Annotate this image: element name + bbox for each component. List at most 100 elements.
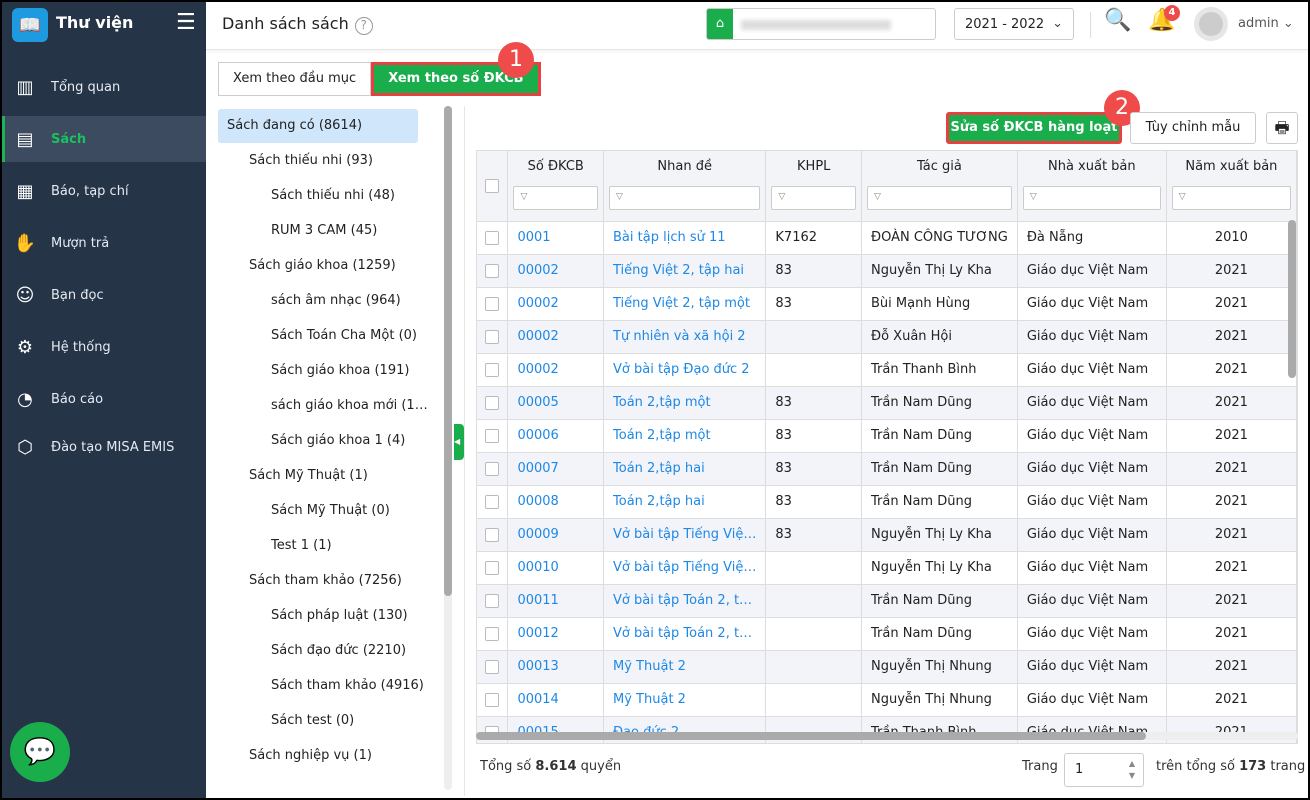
column-filter-input[interactable]: ▽ <box>771 186 857 210</box>
sidebar-item-1[interactable]: ▤ Sách <box>2 116 206 162</box>
row-checkbox[interactable] <box>485 626 500 641</box>
row-checkbox[interactable] <box>485 230 500 245</box>
row-checkbox[interactable] <box>485 395 500 410</box>
tree-item[interactable]: Sách tham khảo (7256) <box>249 564 444 598</box>
page-number-input[interactable]: 1 ▲ ▼ <box>1064 753 1144 787</box>
table-row[interactable]: 0001 Bài tập lịch sử 11 K7162 ĐOÀN CÔNG TƯƠ… <box>477 221 1297 255</box>
user-menu[interactable]: admin ⌄ <box>1238 16 1294 31</box>
row-checkbox[interactable] <box>485 461 500 476</box>
table-link[interactable]: Toán 2,tập hai <box>603 452 767 486</box>
column-filter-input[interactable]: ▽ <box>1022 186 1161 210</box>
row-checkbox[interactable] <box>485 593 500 608</box>
row-checkbox[interactable] <box>485 560 500 575</box>
collapse-panel-button[interactable]: ◀ <box>454 424 464 460</box>
table-link[interactable]: Bài tập lịch sử 11 <box>603 221 767 255</box>
table-link[interactable]: 00011 <box>507 584 605 618</box>
menu-icon[interactable]: ☰ <box>176 10 196 35</box>
tab-by-category[interactable]: Xem theo đầu mục <box>218 62 372 96</box>
table-link[interactable]: 00008 <box>507 485 605 519</box>
table-row[interactable]: 00010 Vở bài tập Tiếng Việ… Nguyễn Thị Ly … <box>477 551 1297 585</box>
column-header[interactable]: Tác giả ▽ <box>861 151 1018 222</box>
table-row[interactable]: 00012 Vở bài tập Toán 2, t… Trần Nam Dũng G… <box>477 617 1297 651</box>
table-row[interactable]: 00002 Tiếng Việt 2, tập một 83 Bùi Mạnh Hùn… <box>477 287 1297 321</box>
table-link[interactable]: Toán 2,tập một <box>603 419 767 453</box>
row-checkbox[interactable] <box>485 659 500 674</box>
column-header[interactable]: Nhà xuất bản ▽ <box>1017 151 1167 222</box>
customize-template-button[interactable]: Tùy chỉnh mẫu <box>1130 112 1256 144</box>
row-checkbox[interactable] <box>485 527 500 542</box>
table-row[interactable]: 00014 Mỹ Thuật 2 Nguyễn Thị Nhung Giáo dục … <box>477 683 1297 717</box>
table-horizontal-scrollbar[interactable] <box>476 732 1298 740</box>
tree-item[interactable]: Sách tham khảo (4916) <box>271 669 444 703</box>
table-row[interactable]: 00002 Vở bài tập Đạo đức 2 Trần Thanh Bình… <box>477 353 1297 387</box>
tree-scrollbar[interactable] <box>444 106 452 790</box>
table-link[interactable]: Vở bài tập Tiếng Việ… <box>603 551 767 585</box>
row-checkbox[interactable] <box>485 329 500 344</box>
column-header[interactable]: Năm xuất bản ▽ <box>1166 151 1297 222</box>
column-header[interactable]: KHPL ▽ <box>765 151 863 222</box>
tree-item[interactable]: Sách thiếu nhi (48) <box>271 179 444 213</box>
column-header[interactable]: Nhan đề ▽ <box>603 151 767 222</box>
table-link[interactable]: Toán 2,tập hai <box>603 485 767 519</box>
table-link[interactable]: 00010 <box>507 551 605 585</box>
table-link[interactable]: Vở bài tập Tiếng Việ… <box>603 518 767 552</box>
table-link[interactable]: 00007 <box>507 452 605 486</box>
table-link[interactable]: Tiếng Việt 2, tập hai <box>603 254 767 288</box>
column-filter-input[interactable]: ▽ <box>867 186 1012 210</box>
table-link[interactable]: 00002 <box>507 254 605 288</box>
table-link[interactable]: 00002 <box>507 353 605 387</box>
table-link[interactable]: 00006 <box>507 419 605 453</box>
sidebar-item-6[interactable]: ◔ Báo cáo <box>2 376 206 422</box>
table-row[interactable]: 00002 Tiếng Việt 2, tập hai 83 Nguyễn Thị L… <box>477 254 1297 288</box>
table-link[interactable]: Vở bài tập Toán 2, t… <box>603 584 767 618</box>
search-analytics-icon[interactable]: 🔍 <box>1104 8 1131 33</box>
table-row[interactable]: 00013 Mỹ Thuật 2 Nguyễn Thị Nhung Giáo dục … <box>477 650 1297 684</box>
help-icon[interactable]: ? <box>354 17 373 35</box>
tree-item[interactable]: Sách giáo khoa 1 (4) <box>271 424 444 458</box>
table-link[interactable]: 00012 <box>507 617 605 651</box>
table-link[interactable]: 00014 <box>507 683 605 717</box>
tree-item[interactable]: Test 1 (1) <box>271 529 444 563</box>
tree-item[interactable]: Sách đang có (8614) <box>218 109 418 143</box>
table-link[interactable]: 0001 <box>507 221 605 255</box>
column-filter-input[interactable]: ▽ <box>1171 186 1291 210</box>
tree-item[interactable]: RUM 3 CAM (45) <box>271 214 444 248</box>
table-link[interactable]: Vở bài tập Toán 2, t… <box>603 617 767 651</box>
table-row[interactable]: 00011 Vở bài tập Toán 2, t… Trần Nam Dũng G… <box>477 584 1297 618</box>
table-link[interactable]: 00002 <box>507 287 605 321</box>
tree-item[interactable]: sách giáo khoa mới (1… <box>271 389 444 423</box>
stepper-arrows-icon[interactable]: ▲ ▼ <box>1129 758 1135 782</box>
sidebar-item-0[interactable]: ▥ Tổng quan <box>2 64 206 110</box>
row-checkbox[interactable] <box>485 494 500 509</box>
table-row[interactable]: 00002 Tự nhiên và xã hội 2 Đỗ Xuân Hội Giáo… <box>477 320 1297 354</box>
school-selector[interactable]: ⌂ <box>706 8 936 40</box>
row-checkbox[interactable] <box>485 428 500 443</box>
table-row[interactable]: 00006 Toán 2,tập một 83 Trần Nam Dũng Giáo d… <box>477 419 1297 453</box>
row-checkbox[interactable] <box>485 692 500 707</box>
tree-item[interactable]: Sách nghiệp vụ (1) <box>249 739 444 773</box>
table-row[interactable]: 00009 Vở bài tập Tiếng Việ… 83 Nguyễn Thị L… <box>477 518 1297 552</box>
tree-item[interactable]: Sách giáo khoa (191) <box>271 354 444 388</box>
sidebar-item-5[interactable]: ⚙ Hệ thống <box>2 324 206 370</box>
tree-item[interactable]: Sách đạo đức (2210) <box>271 634 444 668</box>
column-header[interactable]: Số ĐKCB ▽ <box>507 151 605 222</box>
tree-item[interactable]: Sách thiếu nhi (93) <box>249 144 444 178</box>
chat-button[interactable]: 💬 <box>10 722 70 782</box>
table-row[interactable]: 00007 Toán 2,tập hai 83 Trần Nam Dũng Giáo d… <box>477 452 1297 486</box>
bulk-edit-registration-button[interactable]: Sửa số ĐKCB hàng loạt <box>946 112 1122 144</box>
table-link[interactable]: Tự nhiên và xã hội 2 <box>603 320 767 354</box>
table-vertical-scrollbar[interactable] <box>1288 220 1296 378</box>
sidebar-item-4[interactable]: ☺ Bạn đọc <box>2 272 206 318</box>
tree-item[interactable]: Sách Mỹ Thuật (1) <box>249 459 444 493</box>
tree-item[interactable]: Sách pháp luật (130) <box>271 599 444 633</box>
table-link[interactable]: 00009 <box>507 518 605 552</box>
table-link[interactable]: 00013 <box>507 650 605 684</box>
table-link[interactable]: Vở bài tập Đạo đức 2 <box>603 353 767 387</box>
tree-item[interactable]: Sách test (0) <box>271 704 444 738</box>
sidebar-item-2[interactable]: ▦ Báo, tạp chí <box>2 168 206 214</box>
table-link[interactable]: 00005 <box>507 386 605 420</box>
tree-item[interactable]: sách âm nhạc (964) <box>271 284 444 318</box>
select-all-checkbox[interactable] <box>485 179 500 193</box>
row-checkbox[interactable] <box>485 362 500 377</box>
tree-item[interactable]: Sách Mỹ Thuật (0) <box>271 494 444 528</box>
